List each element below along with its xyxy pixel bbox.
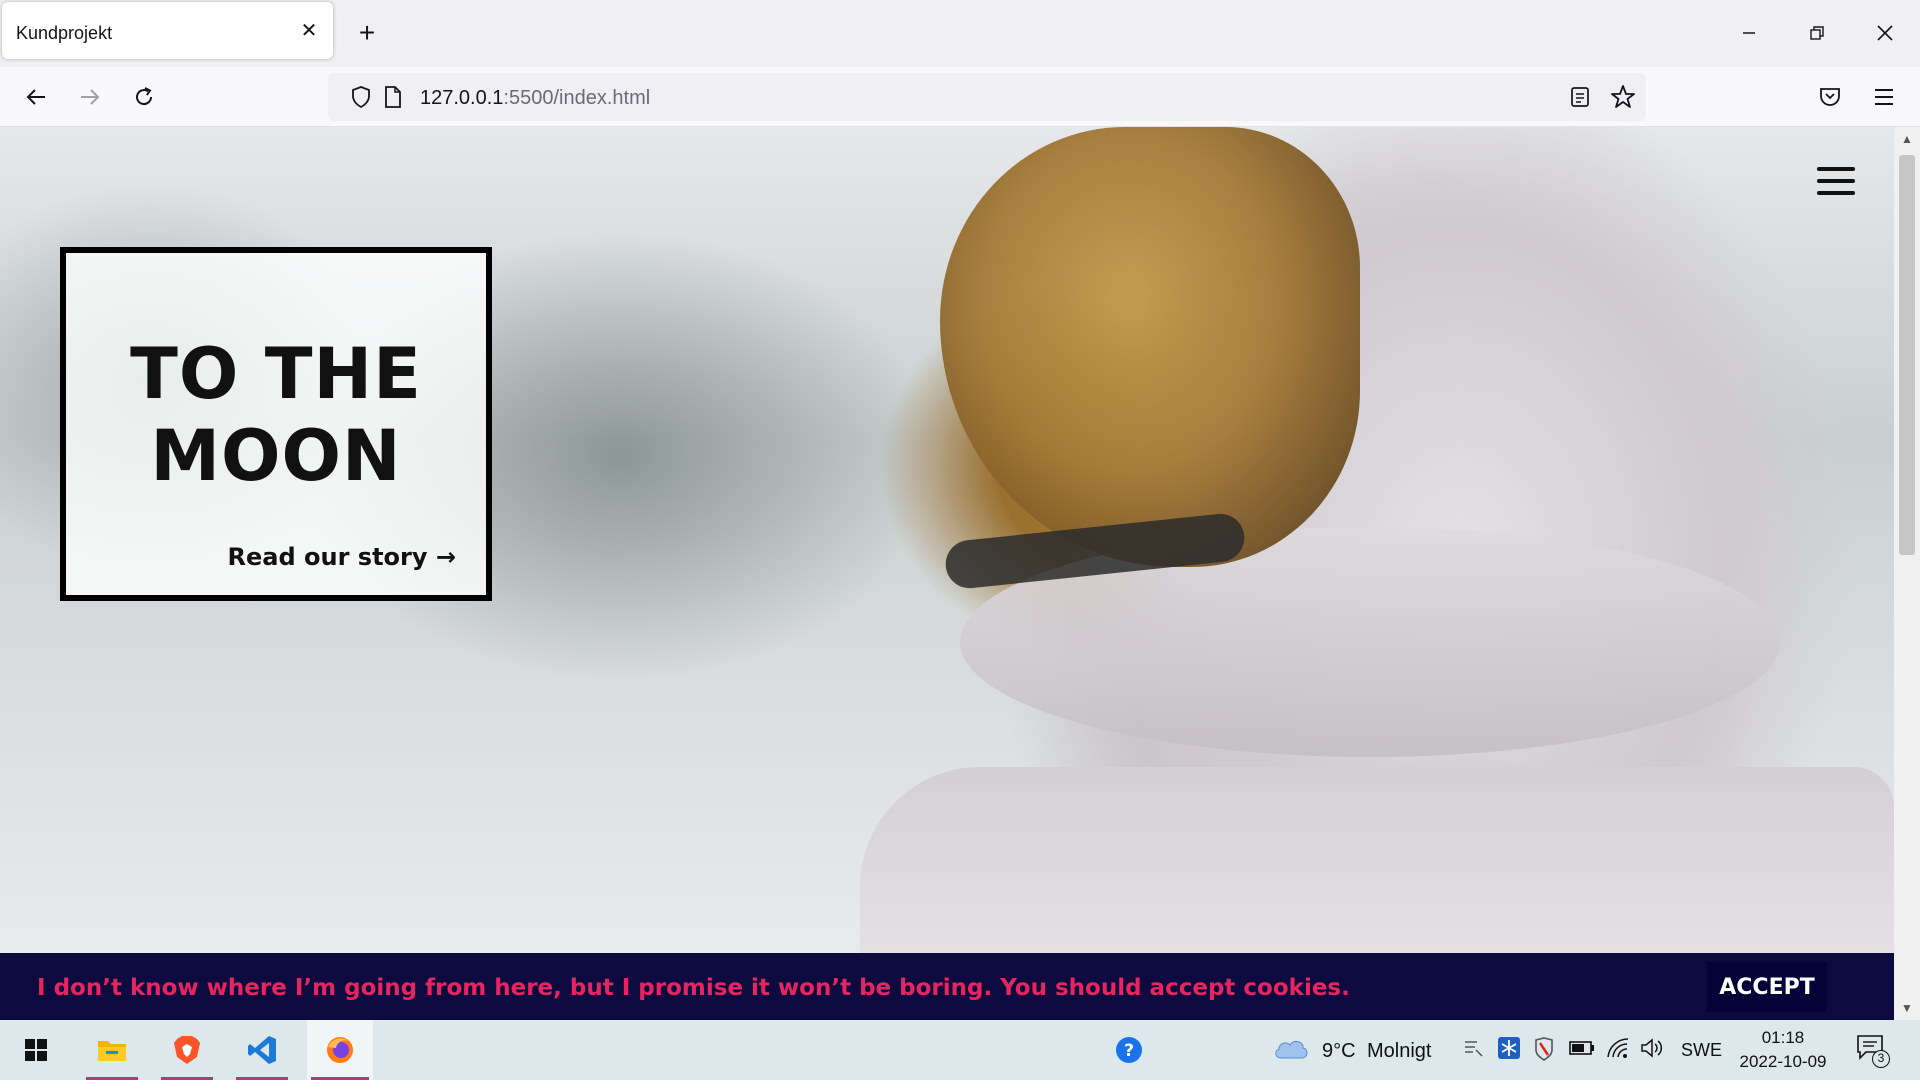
help-icon[interactable]: ? xyxy=(1099,1020,1159,1080)
scroll-down-icon[interactable]: ▼ xyxy=(1894,996,1920,1020)
tab-bar: Kundprojekt ✕ + xyxy=(0,0,1920,67)
page-scrollbar[interactable]: ▲ ▼ xyxy=(1894,127,1920,1020)
accept-cookies-button[interactable]: ACCEPT xyxy=(1707,962,1827,1012)
snowflake-tray-icon[interactable] xyxy=(1497,1036,1521,1065)
notification-count-badge: 3 xyxy=(1872,1050,1890,1068)
network-tray-icon[interactable] xyxy=(1462,1038,1484,1065)
hamburger-menu-icon[interactable] xyxy=(1817,167,1855,195)
app-menu-icon[interactable] xyxy=(1864,77,1904,117)
start-windows-icon[interactable] xyxy=(6,1020,66,1080)
taskbar: ? 9°C Molnigt SWE 01:18 2022-10-09 3 xyxy=(0,1020,1920,1080)
weather-temperature[interactable]: 9°C xyxy=(1322,1040,1356,1063)
new-tab-button[interactable]: + xyxy=(350,16,384,50)
scroll-thumb[interactable] xyxy=(1899,155,1915,555)
reader-view-icon[interactable] xyxy=(1570,86,1590,113)
close-tab-icon[interactable]: ✕ xyxy=(295,16,323,44)
url-path: :5500/index.html xyxy=(503,87,651,109)
pocket-icon[interactable] xyxy=(1810,77,1850,117)
volume-icon[interactable] xyxy=(1640,1037,1666,1064)
clock-date: 2022-10-09 xyxy=(1739,1052,1827,1071)
clock[interactable]: 01:18 2022-10-09 xyxy=(1730,1026,1836,1074)
hero-box: TO THE MOON Read our story → xyxy=(60,247,492,601)
read-story-link[interactable]: Read our story → xyxy=(228,543,456,571)
cookie-banner: I don’t know where I’m going from here, … xyxy=(0,953,1894,1020)
reload-icon[interactable] xyxy=(124,77,164,117)
address-bar[interactable]: 127.0.0.1:5500/index.html xyxy=(328,73,1646,121)
hero-title-line2: MOON xyxy=(150,415,402,497)
scroll-up-icon[interactable]: ▲ xyxy=(1894,127,1920,151)
hamburger-line xyxy=(1817,167,1855,171)
page-icon[interactable] xyxy=(384,85,402,114)
back-icon[interactable] xyxy=(16,77,56,117)
tab-title: Kundprojekt xyxy=(16,23,113,43)
minimize-icon[interactable] xyxy=(1724,14,1774,52)
hero-title-line1: TO THE xyxy=(130,333,422,415)
url-host: 127.0.0.1 xyxy=(420,87,504,109)
firefox-icon[interactable] xyxy=(307,1020,373,1080)
shield-icon[interactable] xyxy=(350,85,372,114)
hero-title: TO THE MOON xyxy=(66,333,486,497)
hamburger-line xyxy=(1817,179,1855,183)
bookmark-star-icon[interactable] xyxy=(1610,84,1636,115)
wifi-icon[interactable] xyxy=(1606,1037,1630,1064)
restore-icon[interactable] xyxy=(1792,14,1842,52)
vscode-icon[interactable] xyxy=(232,1020,292,1080)
clock-time: 01:18 xyxy=(1761,1028,1805,1047)
browser-tab[interactable]: Kundprojekt ✕ xyxy=(2,2,333,59)
file-explorer-icon[interactable] xyxy=(82,1020,142,1080)
navigation-bar: 127.0.0.1:5500/index.html xyxy=(0,67,1920,127)
weather-description[interactable]: Molnigt xyxy=(1367,1040,1431,1063)
battery-icon[interactable] xyxy=(1569,1039,1595,1062)
forward-icon[interactable] xyxy=(70,77,110,117)
cloud-weather-icon[interactable] xyxy=(1272,1036,1310,1065)
svg-text:?: ? xyxy=(1124,1041,1134,1061)
shield-tray-icon[interactable] xyxy=(1533,1037,1555,1066)
notification-center-icon[interactable]: 3 xyxy=(1856,1034,1892,1068)
url-text[interactable]: 127.0.0.1:5500/index.html xyxy=(420,87,650,110)
cookie-text: I don’t know where I’m going from here, … xyxy=(37,975,1350,1001)
brave-browser-icon[interactable] xyxy=(157,1020,217,1080)
language-indicator[interactable]: SWE xyxy=(1681,1040,1722,1061)
close-window-icon[interactable] xyxy=(1860,14,1910,52)
page-viewport: TO THE MOON Read our story → I don’t kno… xyxy=(0,127,1894,1020)
hamburger-line xyxy=(1817,191,1855,195)
